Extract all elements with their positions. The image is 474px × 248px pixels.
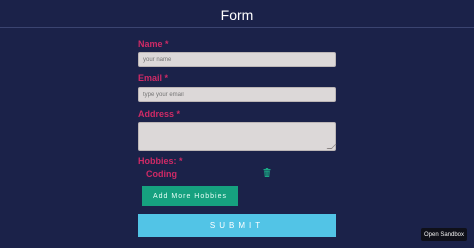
page-title: Form — [220, 7, 254, 23]
open-sandbox-button[interactable]: Open Sandbox — [421, 228, 467, 241]
form-header: Form — [0, 0, 474, 28]
submit-button[interactable]: SUBMIT — [138, 214, 336, 237]
address-field[interactable] — [138, 122, 337, 151]
add-hobbies-button[interactable]: Add More Hobbies — [142, 186, 238, 206]
name-field[interactable] — [138, 52, 336, 67]
hobby-item: Coding — [146, 169, 177, 179]
email-label: Email * — [138, 73, 169, 83]
resize-handle[interactable] — [326, 144, 337, 149]
address-label: Address * — [138, 109, 181, 119]
email-field[interactable] — [138, 87, 336, 102]
trash-icon[interactable] — [263, 168, 271, 177]
name-label: Name * — [138, 39, 169, 49]
hobbies-label: Hobbies: * — [138, 156, 183, 166]
